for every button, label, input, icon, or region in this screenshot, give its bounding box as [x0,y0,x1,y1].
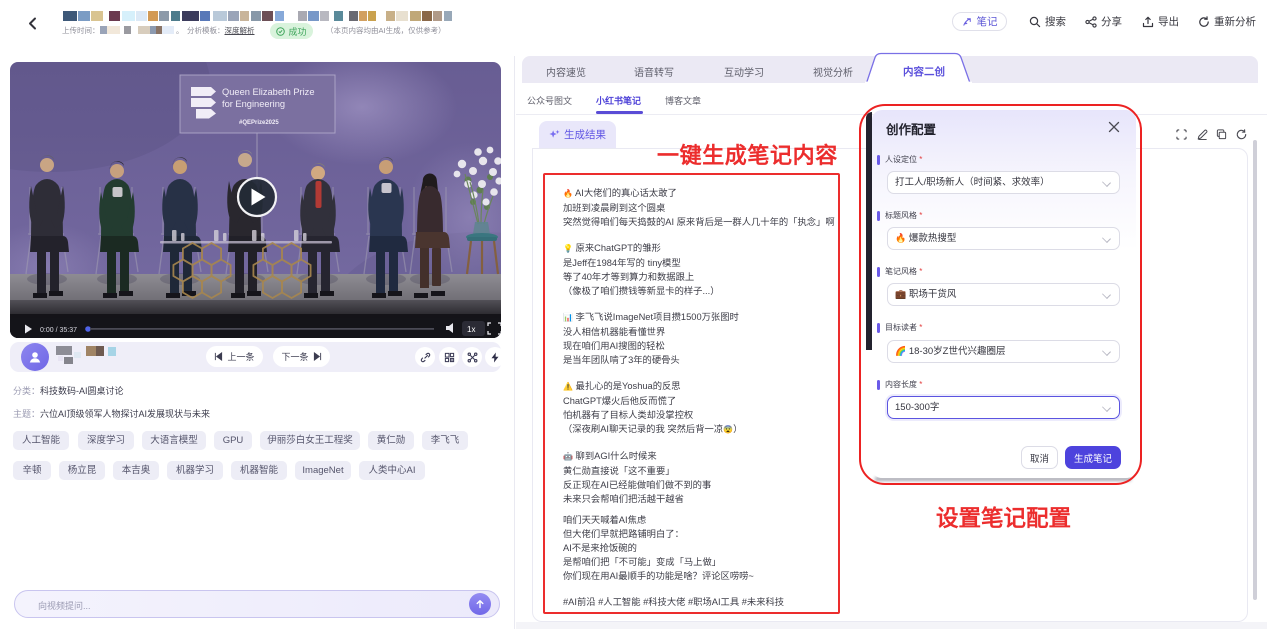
svg-text:1x: 1x [467,325,475,334]
svg-text:for Engineering: for Engineering [222,99,285,109]
svg-text:0:00 / 35:37: 0:00 / 35:37 [40,327,77,334]
svg-text:#QEPrize2025: #QEPrize2025 [239,120,279,126]
svg-text:Queen Elizabeth Prize: Queen Elizabeth Prize [222,87,315,97]
